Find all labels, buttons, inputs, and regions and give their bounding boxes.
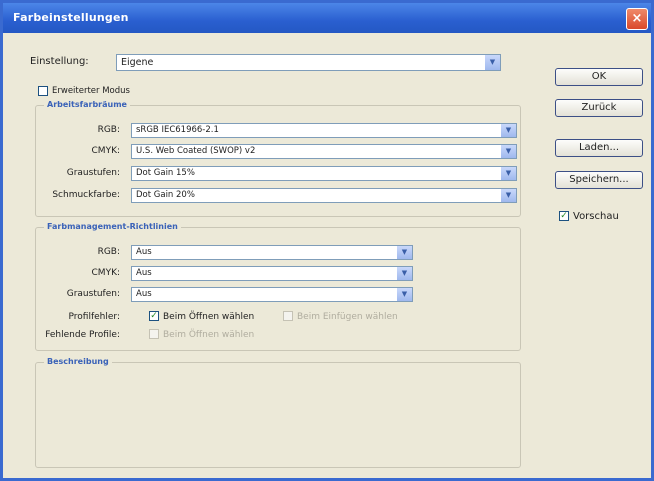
cm-gray-select[interactable]: Aus ▼ — [131, 287, 413, 302]
advanced-mode-checkbox[interactable] — [38, 86, 48, 96]
ws-rgb-label: RGB: — [97, 125, 120, 135]
profile-mismatch-open-checkbox[interactable]: ✓ — [149, 311, 159, 321]
missing-profiles-open-checkbox[interactable] — [149, 329, 159, 339]
dialog-content: Einstellung: Eigene ▼ Erweiterter Modus … — [3, 33, 651, 478]
ws-spot-select[interactable]: Dot Gain 20% ▼ — [131, 188, 517, 203]
cm-rgb-select[interactable]: Aus ▼ — [131, 245, 413, 260]
cm-gray-value: Aus — [136, 289, 152, 299]
chevron-down-icon: ▼ — [500, 124, 516, 137]
cm-rgb-value: Aus — [136, 247, 152, 257]
settings-select[interactable]: Eigene ▼ — [116, 54, 501, 71]
missing-profiles-open-label: Beim Öffnen wählen — [163, 330, 255, 340]
working-spaces-title: Arbeitsfarbräume — [44, 100, 130, 109]
profile-mismatch-paste-label: Beim Einfügen wählen — [297, 312, 398, 322]
settings-label: Einstellung: — [30, 56, 89, 67]
close-icon[interactable]: × — [626, 8, 648, 30]
ws-gray-label: Graustufen: — [66, 168, 120, 178]
ws-cmyk-label: CMYK: — [91, 146, 120, 156]
save-button[interactable]: Speichern... — [555, 171, 643, 189]
ws-spot-label: Schmuckfarbe: — [52, 190, 120, 200]
settings-value: Eigene — [121, 57, 154, 68]
missing-profiles-label: Fehlende Profile: — [45, 330, 120, 340]
ws-gray-select[interactable]: Dot Gain 15% ▼ — [131, 166, 517, 181]
ws-spot-value: Dot Gain 20% — [136, 190, 195, 200]
profile-mismatch-paste-checkbox[interactable] — [283, 311, 293, 321]
ws-rgb-value: sRGB IEC61966-2.1 — [136, 125, 219, 135]
chevron-down-icon: ▼ — [500, 145, 516, 158]
advanced-mode-label: Erweiterter Modus — [52, 86, 130, 96]
cm-cmyk-label: CMYK: — [91, 268, 120, 278]
chevron-down-icon: ▼ — [484, 55, 500, 70]
cancel-button[interactable]: Zurück — [555, 99, 643, 117]
color-management-title: Farbmanagement-Richtlinien — [44, 222, 181, 231]
cm-rgb-label: RGB: — [97, 247, 120, 257]
profile-mismatch-open-label: Beim Öffnen wählen — [163, 312, 255, 322]
window-title: Farbeinstellungen — [13, 11, 129, 24]
profile-mismatch-label: Profilfehler: — [68, 312, 120, 322]
preview-label: Vorschau — [573, 211, 619, 222]
ws-cmyk-select[interactable]: U.S. Web Coated (SWOP) v2 ▼ — [131, 144, 517, 159]
chevron-down-icon: ▼ — [396, 246, 412, 259]
load-button[interactable]: Laden... — [555, 139, 643, 157]
cm-cmyk-select[interactable]: Aus ▼ — [131, 266, 413, 281]
description-title: Beschreibung — [44, 357, 112, 366]
chevron-down-icon: ▼ — [500, 167, 516, 180]
ws-rgb-select[interactable]: sRGB IEC61966-2.1 ▼ — [131, 123, 517, 138]
chevron-down-icon: ▼ — [396, 267, 412, 280]
cm-gray-label: Graustufen: — [66, 289, 120, 299]
ok-button[interactable]: OK — [555, 68, 643, 86]
ws-gray-value: Dot Gain 15% — [136, 168, 195, 178]
cm-cmyk-value: Aus — [136, 268, 152, 278]
color-settings-dialog: Farbeinstellungen × Einstellung: Eigene … — [0, 0, 654, 481]
ws-cmyk-value: U.S. Web Coated (SWOP) v2 — [136, 146, 256, 156]
chevron-down-icon: ▼ — [396, 288, 412, 301]
description-group: Beschreibung — [35, 357, 521, 468]
chevron-down-icon: ▼ — [500, 189, 516, 202]
preview-checkbox[interactable]: ✓ — [559, 211, 569, 221]
title-bar[interactable]: Farbeinstellungen × — [3, 3, 651, 33]
